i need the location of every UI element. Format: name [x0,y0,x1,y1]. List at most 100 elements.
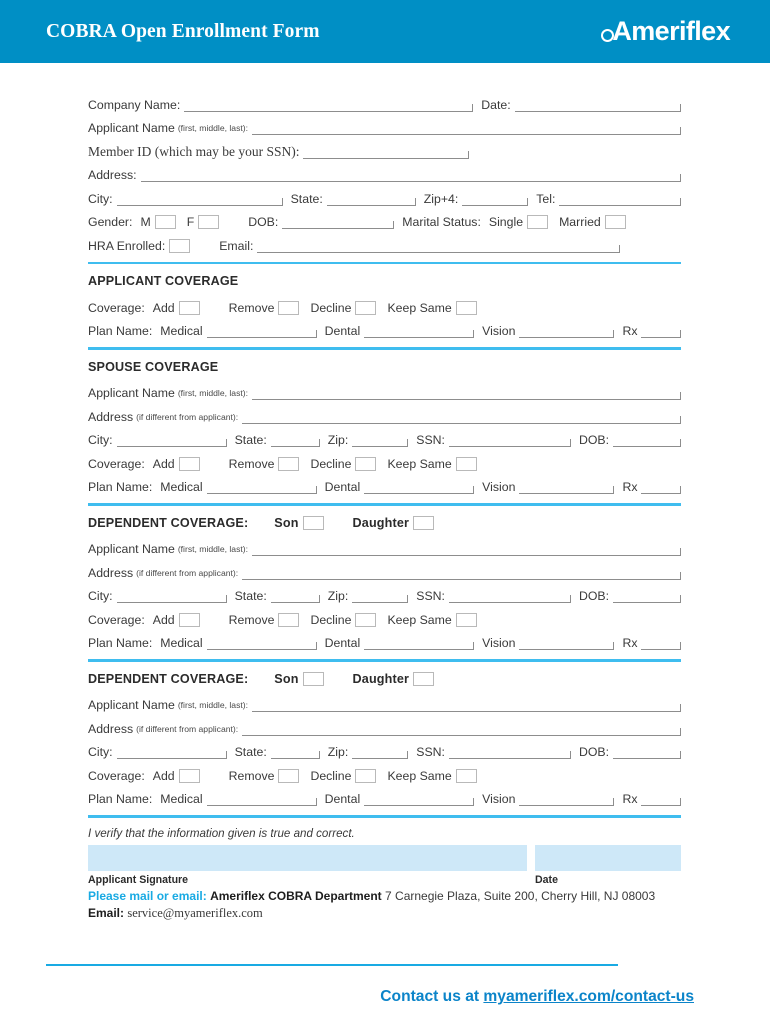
marital-married-checkbox[interactable] [604,215,626,229]
gender-male-checkbox[interactable] [154,215,176,229]
dependent2-city-input[interactable] [116,746,227,759]
spouse-coverage-remove-checkbox[interactable] [278,456,300,471]
city-input[interactable] [116,193,283,206]
spouse-name-input[interactable] [252,387,681,400]
row-city-state-zip-tel: City: State: Zip+4: Tel: [88,182,681,206]
dependent2-dob-input[interactable] [613,746,681,759]
dependent2-plan-medical-input[interactable] [206,793,317,806]
footer-contact-link[interactable]: myameriflex.com/contact-us [483,988,694,1005]
dependent2-ssn-input[interactable] [448,746,571,759]
dependent1-coverage-remove-checkbox[interactable] [278,612,300,627]
dependent1-coverage-keepsame-checkbox[interactable] [455,612,477,627]
dependent2-coverage-decline-checkbox[interactable] [355,768,377,783]
dependent1-coverage-add-checkbox[interactable] [178,612,200,627]
applicant-plan-dental-input[interactable] [364,325,475,338]
date-input[interactable] [514,99,682,112]
state-input[interactable] [326,193,416,206]
dependent2-state-input[interactable] [270,746,320,759]
zip-input[interactable] [462,193,529,206]
plan-medical-label: Medical [160,324,203,338]
spouse-address-sublabel: (if different from applicant): [136,411,239,422]
spouse-plan-vision-input[interactable] [519,481,615,494]
dependent1-son-checkbox[interactable] [302,515,324,530]
spouse-coverage-add-checkbox[interactable] [178,456,200,471]
page-title: COBRA Open Enrollment Form [46,20,320,42]
applicant-coverage-add-checkbox[interactable] [178,300,200,315]
member-id-input[interactable] [303,146,470,159]
dependent2-daughter-label: Daughter [352,671,410,686]
dependent2-name-input[interactable] [252,699,681,712]
marital-single-checkbox[interactable] [527,215,549,229]
email-input[interactable] [257,240,621,253]
dependent1-ssn-input[interactable] [448,590,571,603]
dependent1-title: DEPENDENT COVERAGE: [88,515,249,530]
spouse-decline-label: Decline [310,456,352,471]
dependent1-dental-label: Dental [324,636,361,650]
dependent1-city-input[interactable] [116,590,227,603]
applicant-signature-field[interactable] [88,844,527,871]
row-applicant-name: Applicant Name (first, middle, last): [88,112,681,135]
dependent1-heading: DEPENDENT COVERAGE: Son Daughter [88,515,681,530]
applicant-coverage-keepsame-checkbox[interactable] [455,300,477,315]
dependent1-address-sublabel: (if different from applicant): [136,567,239,578]
applicant-plan-vision-input[interactable] [519,325,615,338]
dependent2-son-checkbox[interactable] [302,671,324,686]
dependent2-remove-label: Remove [228,768,275,783]
applicant-coverage-options-row: Coverage: Add Remove Decline Keep Same [88,291,681,315]
applicant-coverage-decline-checkbox[interactable] [355,300,377,315]
dependent1-ssn-label: SSN: [416,589,445,603]
applicant-coverage-remove-checkbox[interactable] [278,300,300,315]
spouse-zip-input[interactable] [352,434,409,447]
spouse-plan-dental-input[interactable] [364,481,475,494]
spouse-coverage-decline-checkbox[interactable] [355,456,377,471]
applicant-name-input[interactable] [252,122,681,135]
dependent2-address-input[interactable] [242,723,681,736]
gender-female-checkbox[interactable] [198,215,220,229]
dependent2-coverage-remove-checkbox[interactable] [278,768,300,783]
dependent2-state-label: State: [234,745,267,759]
dependent2-coverage-add-checkbox[interactable] [178,768,200,783]
spouse-coverage-keepsame-checkbox[interactable] [455,456,477,471]
spouse-dob-input[interactable] [613,434,681,447]
dependent1-dob-input[interactable] [613,590,681,603]
spouse-state-input[interactable] [270,434,320,447]
dependent2-daughter-checkbox[interactable] [413,671,435,686]
spouse-plan-rx-input[interactable] [641,481,681,494]
applicant-plan-medical-input[interactable] [206,325,317,338]
tel-input[interactable] [559,193,681,206]
dependent1-daughter-checkbox[interactable] [413,515,435,530]
contact-email-value[interactable]: service@myameriflex.com [127,906,262,920]
gender-label: Gender: [88,215,133,229]
dependent2-plan-rx-input[interactable] [641,793,681,806]
dependent1-coverage-decline-checkbox[interactable] [355,612,377,627]
mail-prefix-label: Please mail or email: [88,888,207,903]
dependent1-address-input[interactable] [242,567,681,580]
dependent1-plan-dental-input[interactable] [364,637,475,650]
dependent1-plan-rx-input[interactable] [641,637,681,650]
spouse-ssn-input[interactable] [448,434,571,447]
applicant-name-sublabel: (first, middle, last): [177,123,249,133]
address-label: Address: [88,168,137,182]
dependent1-plan-vision-input[interactable] [519,637,615,650]
company-name-input[interactable] [184,99,474,112]
dependent2-coverage-keepsame-checkbox[interactable] [455,768,477,783]
spouse-dob-label: DOB: [578,433,610,447]
spouse-address-input[interactable] [242,411,681,424]
dependent2-zip-input[interactable] [352,746,409,759]
dependent2-plan-vision-input[interactable] [519,793,615,806]
dependent1-state-input[interactable] [270,590,320,603]
dependent1-zip-input[interactable] [352,590,409,603]
hra-enrolled-checkbox[interactable] [169,238,191,253]
address-input[interactable] [140,169,682,182]
signature-date-label: Date [535,873,558,886]
dependent1-name-input[interactable] [252,543,681,556]
spouse-plan-medical-input[interactable] [206,481,317,494]
dependent1-plan-medical-input[interactable] [206,637,317,650]
plan-dental-label: Dental [324,324,361,338]
applicant-plan-rx-input[interactable] [641,325,681,338]
spouse-remove-label: Remove [228,456,275,471]
dob-input[interactable] [282,216,395,229]
dependent2-plan-dental-input[interactable] [364,793,475,806]
signature-date-field[interactable] [535,844,681,871]
spouse-city-input[interactable] [116,434,227,447]
